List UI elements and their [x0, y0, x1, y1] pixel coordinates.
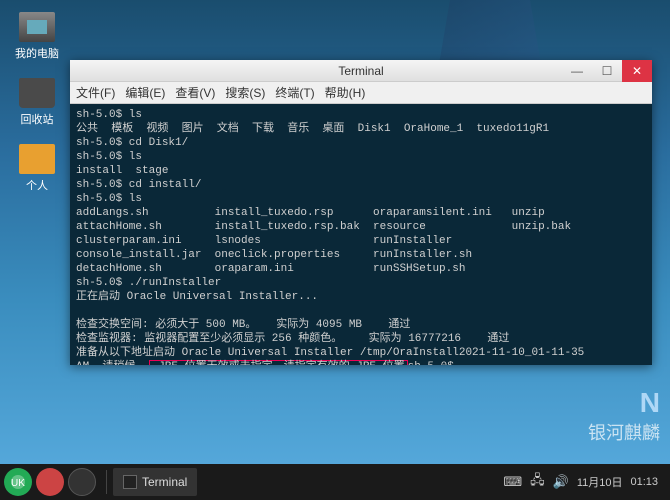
terminal-line: sh-5.0$ cd Disk1/ — [76, 137, 188, 149]
taskbar-separator — [106, 470, 107, 494]
error-highlight: .JRE 位置无效或未指定。请指定有效的 JRE 位置 — [149, 360, 408, 365]
terminal-line: attachHome.sh install_tuxedo.rsp.bak res… — [76, 221, 571, 233]
tray-time[interactable]: 01:13 — [630, 476, 658, 488]
desktop-icon-label: 回收站 — [12, 111, 62, 127]
taskbar-app-2[interactable] — [68, 468, 96, 496]
terminal-line: 检查交换空间: 必须大于 500 MB。 实际为 4095 MB 通过 — [76, 319, 410, 331]
sound-icon[interactable]: 🔊 — [553, 474, 569, 490]
desktop-icon-label: 我的电脑 — [12, 45, 62, 61]
taskbar-item-label: Terminal — [142, 475, 187, 489]
terminal-line: sh-5.0$ ./runInstaller — [76, 277, 221, 289]
terminal-line-prefix: AM. 请稍候 . — [76, 361, 149, 365]
desktop-icon-computer[interactable]: 我的电脑 — [12, 12, 62, 61]
svg-text:UK: UK — [11, 478, 25, 489]
taskbar-item-terminal[interactable]: Terminal — [113, 468, 197, 496]
folder-icon — [19, 144, 55, 174]
terminal-line: 检查监视器: 监视器配置至少必须显示 256 种颜色。 实际为 16777216… — [76, 333, 509, 345]
terminal-line: sh-5.0$ ls — [76, 109, 142, 121]
menu-view[interactable]: 查看(V) — [175, 84, 215, 101]
terminal-line: sh-5.0$ ls — [76, 151, 142, 163]
terminal-line: clusterparam.ini lsnodes runInstaller — [76, 235, 452, 247]
trash-icon — [19, 78, 55, 108]
watermark-symbol: N — [588, 387, 660, 419]
window-controls: — ☐ ✕ — [562, 60, 652, 82]
maximize-button[interactable]: ☐ — [592, 60, 622, 82]
menu-file[interactable]: 文件(F) — [76, 84, 115, 101]
start-button[interactable]: UK — [4, 468, 32, 496]
watermark-text: 银河麒麟 — [588, 419, 660, 445]
menu-search[interactable]: 搜索(S) — [225, 84, 265, 101]
tray-date[interactable]: 11月10日 — [577, 474, 623, 490]
terminal-line: sh-5.0$ ls — [76, 193, 142, 205]
desktop-icon-label: 个人 — [12, 177, 62, 193]
terminal-line: 公共 模板 视频 图片 文档 下载 音乐 桌面 Disk1 OraHome_1 … — [76, 123, 549, 135]
menu-terminal[interactable]: 终端(T) — [275, 84, 314, 101]
terminal-output[interactable]: sh-5.0$ ls 公共 模板 视频 图片 文档 下载 音乐 桌面 Disk1… — [70, 104, 652, 365]
terminal-line: install stage — [76, 165, 168, 177]
terminal-line: detachHome.sh oraparam.ini runSSHSetup.s… — [76, 263, 465, 275]
close-button[interactable]: ✕ — [622, 60, 652, 82]
terminal-icon — [123, 475, 137, 489]
minimize-button[interactable]: — — [562, 60, 592, 82]
terminal-line: 正在启动 Oracle Universal Installer... — [76, 291, 318, 303]
window-title: Terminal — [338, 64, 383, 78]
menubar: 文件(F) 编辑(E) 查看(V) 搜索(S) 终端(T) 帮助(H) — [70, 82, 652, 104]
desktop-icon-personal[interactable]: 个人 — [12, 144, 62, 193]
terminal-line-suffix: sh-5.0$ — [408, 361, 454, 365]
menu-edit[interactable]: 编辑(E) — [125, 84, 165, 101]
terminal-line: addLangs.sh install_tuxedo.rsp oraparams… — [76, 207, 545, 219]
taskbar-app-1[interactable] — [36, 468, 64, 496]
system-tray: ⌨ 🖧 🔊 11月10日 01:13 — [503, 471, 666, 493]
terminal-line: 准备从以下地址启动 Oracle Universal Installer /tm… — [76, 347, 584, 359]
menu-help[interactable]: 帮助(H) — [325, 84, 366, 101]
taskbar: UK Terminal ⌨ 🖧 🔊 11月10日 01:13 — [0, 464, 670, 500]
network-icon[interactable]: 🖧 — [530, 471, 545, 493]
os-watermark: N 银河麒麟 — [588, 387, 660, 445]
window-titlebar[interactable]: Terminal — ☐ ✕ — [70, 60, 652, 82]
computer-icon — [19, 12, 55, 42]
terminal-line: sh-5.0$ cd install/ — [76, 179, 201, 191]
desktop-icon-trash[interactable]: 回收站 — [12, 78, 62, 127]
keyboard-icon[interactable]: ⌨ — [503, 474, 522, 490]
terminal-line: console_install.jar oneclick.properties … — [76, 249, 472, 261]
terminal-window: Terminal — ☐ ✕ 文件(F) 编辑(E) 查看(V) 搜索(S) 终… — [70, 60, 652, 365]
